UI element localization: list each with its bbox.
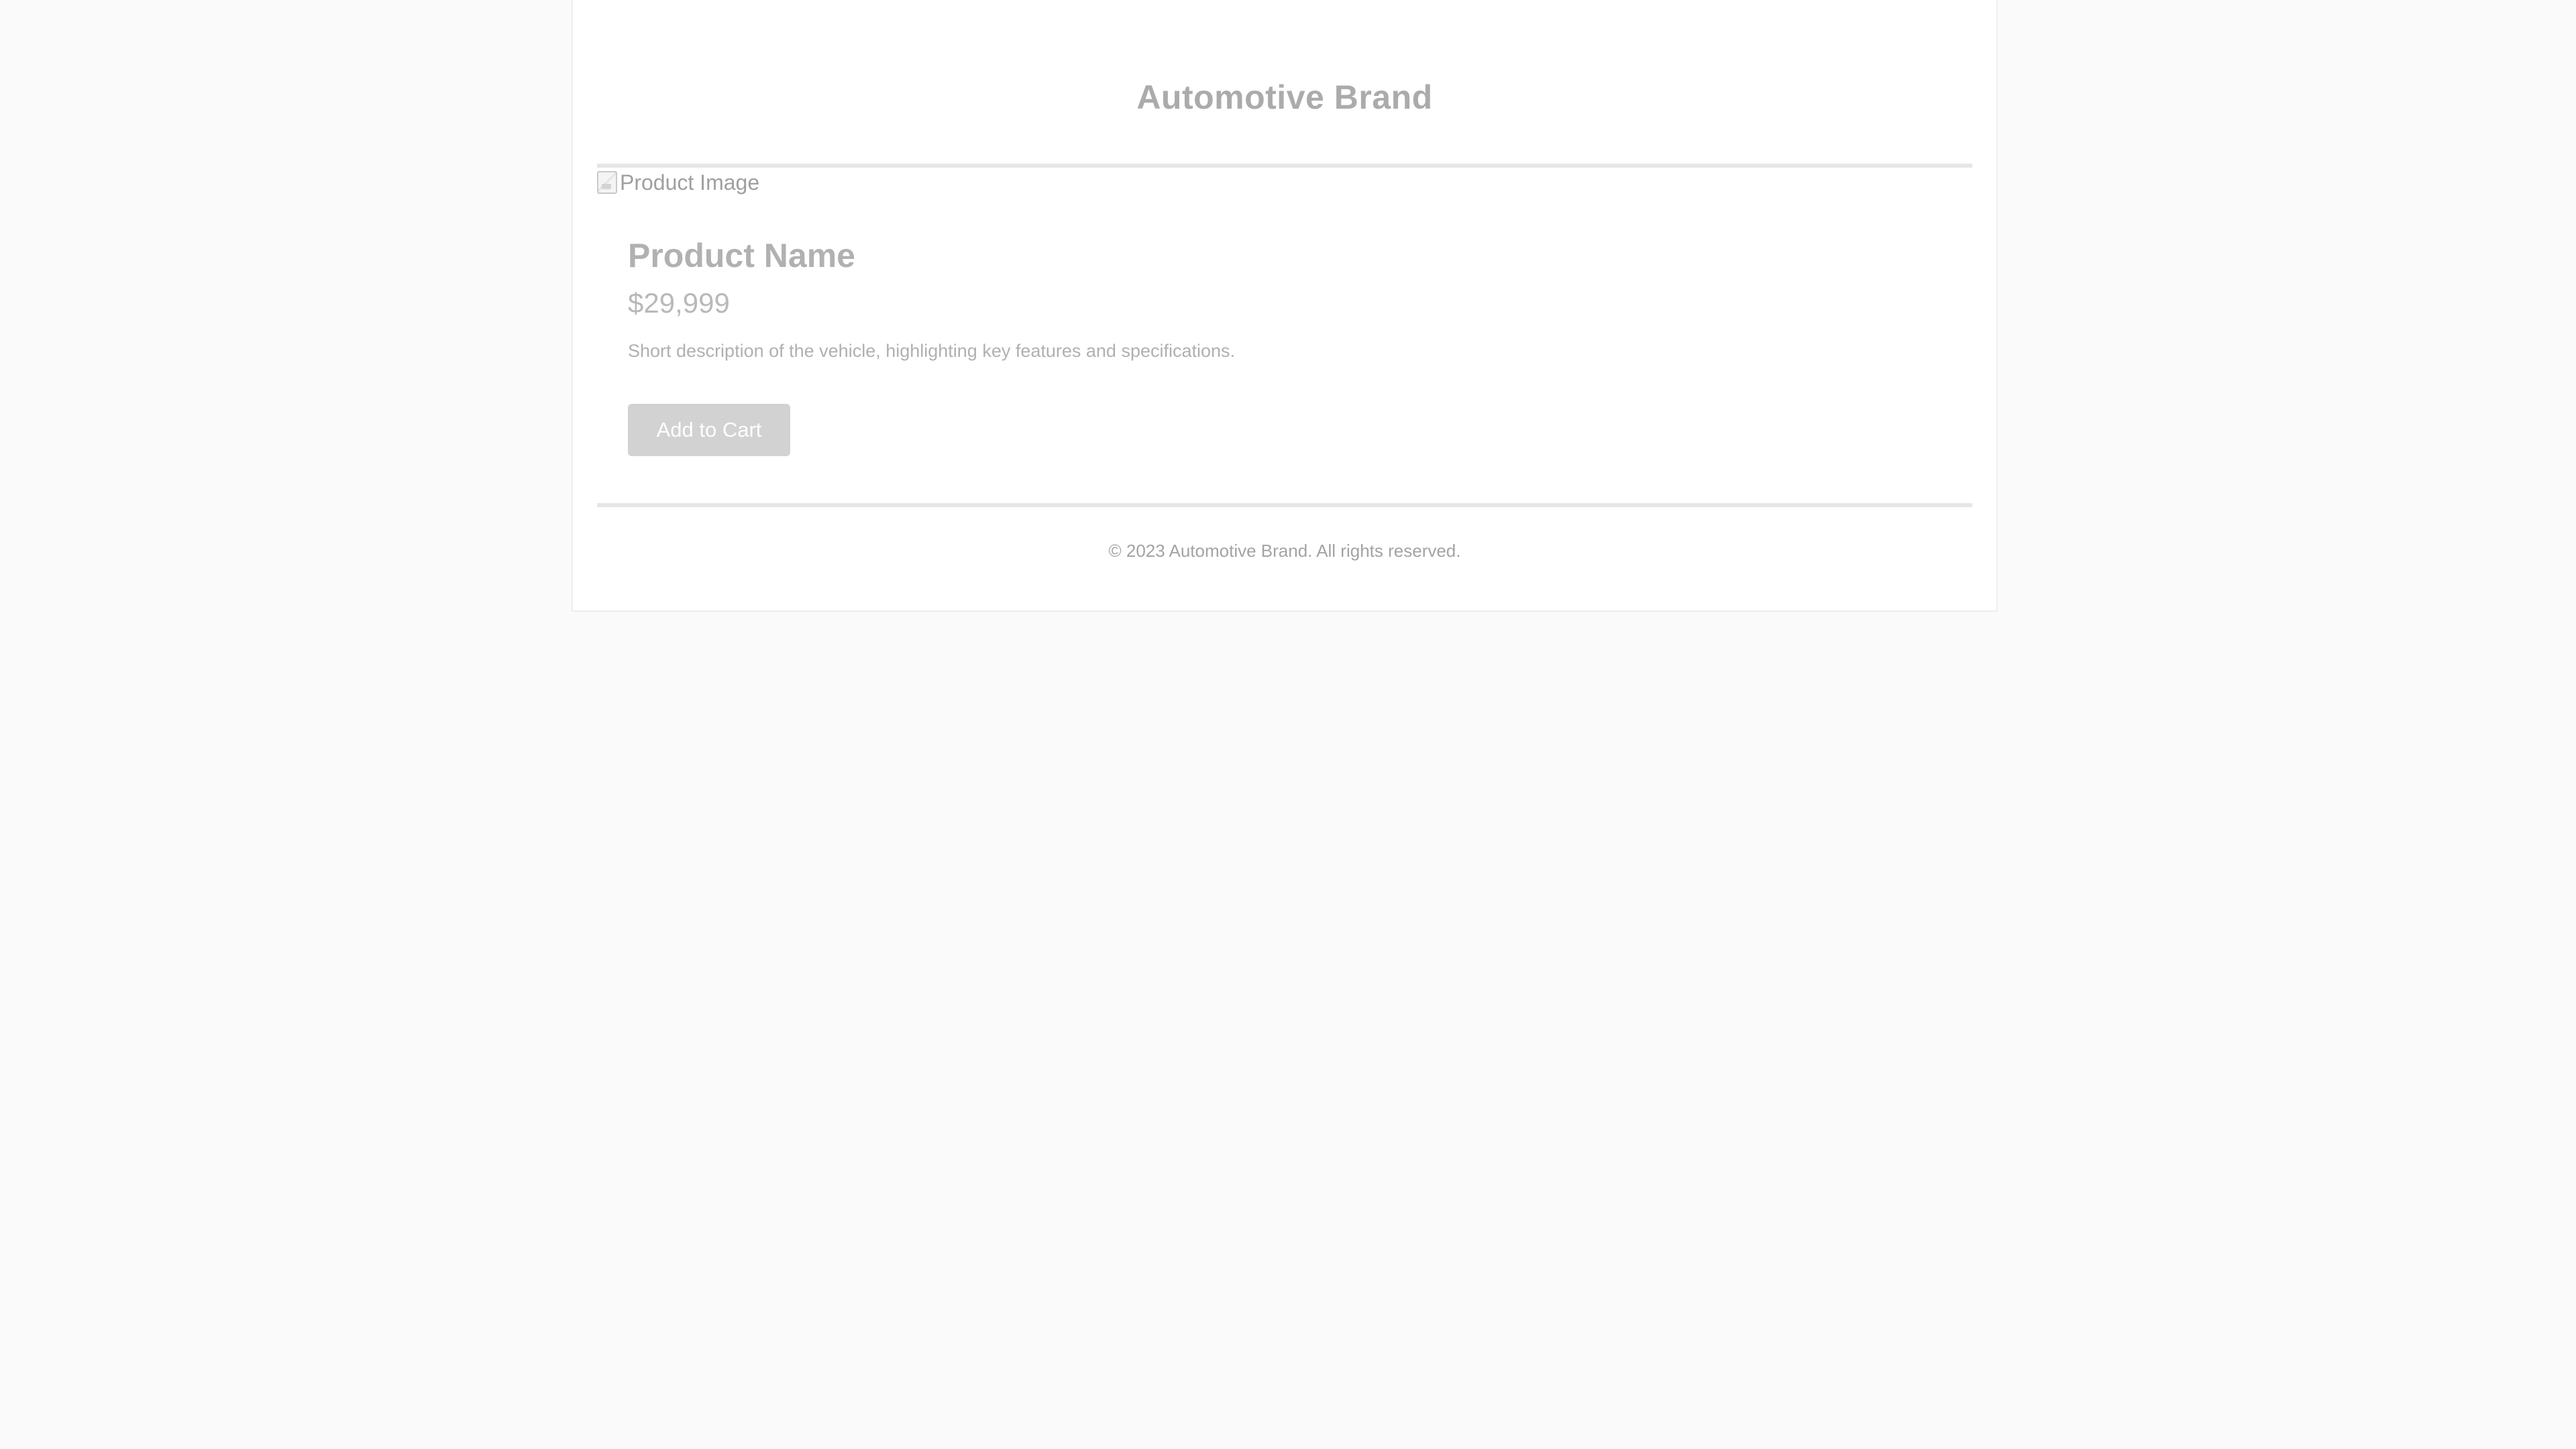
product-price: $29,999 [628, 287, 730, 319]
add-to-cart-button[interactable]: Add to Cart [628, 404, 790, 456]
product-section: Product Image Product Name $29,999 Short… [597, 168, 1972, 507]
broken-image-icon [597, 171, 617, 194]
product-name: Product Name [628, 237, 855, 274]
brand-title: Automotive Brand [1136, 78, 1433, 116]
footer-copyright: © 2023 Automotive Brand. All rights rese… [1108, 541, 1461, 561]
product-image: Product Image [597, 168, 759, 197]
product-image-alt-text: Product Image [620, 170, 760, 195]
site-header: Automotive Brand [597, 0, 1972, 168]
product-description: Short description of the vehicle, highli… [628, 341, 1236, 361]
page-container: Automotive Brand Product Image Product N… [572, 0, 1998, 612]
